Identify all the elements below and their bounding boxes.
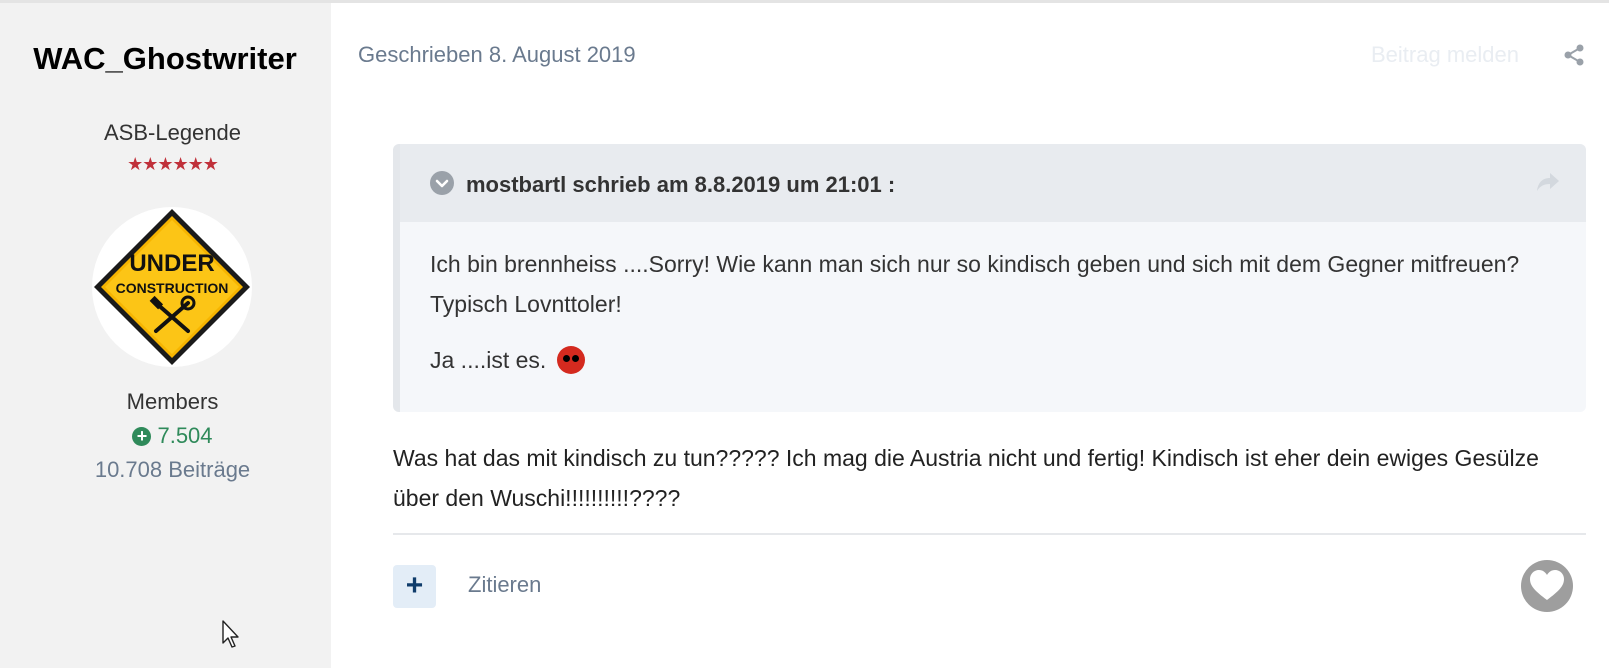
mouse-cursor-icon bbox=[222, 620, 239, 648]
avatar-text-construction: CONSTRUCTION bbox=[116, 280, 229, 296]
avatar-text-under: UNDER bbox=[129, 250, 214, 277]
share-icon[interactable] bbox=[1563, 44, 1585, 66]
author-post-count[interactable]: 10.708 Beiträge bbox=[0, 457, 345, 483]
avatar[interactable]: UNDER CONSTRUCTION bbox=[92, 207, 252, 367]
reply-arrow-icon[interactable] bbox=[1536, 171, 1560, 193]
chevron-down-icon[interactable] bbox=[430, 171, 454, 195]
author-group: Members bbox=[126, 389, 219, 414]
angry-face-emoji bbox=[556, 346, 585, 374]
author-sidebar: WAC_Ghostwriter ASB-Legende ★★★★★★ UNDER… bbox=[0, 3, 331, 668]
author-rank-title: ASB-Legende bbox=[104, 120, 241, 145]
quote-paragraph-2-text: Ja ....ist es. bbox=[430, 347, 547, 373]
author-username[interactable]: WAC_Ghostwriter bbox=[28, 41, 302, 77]
quote-block: mostbartl schrieb am 8.8.2019 um 21:01 :… bbox=[393, 144, 1586, 412]
plus-circle-icon: + bbox=[132, 427, 152, 446]
under-construction-avatar-image: UNDER CONSTRUCTION bbox=[94, 209, 250, 365]
like-button[interactable] bbox=[1521, 560, 1573, 612]
divider bbox=[393, 533, 1586, 535]
quote-paragraph-2: Ja ....ist es. bbox=[430, 346, 585, 374]
quote-header: mostbartl schrieb am 8.8.2019 um 21:01 : bbox=[400, 144, 1586, 222]
author-rank-stars: ★★★★★★ bbox=[127, 154, 219, 174]
quote-author-line: mostbartl schrieb am 8.8.2019 um 21:01 : bbox=[466, 172, 896, 197]
post-date[interactable]: Geschrieben 8. August 2019 bbox=[358, 42, 636, 68]
heart-icon bbox=[1530, 570, 1564, 600]
multiquote-add-button[interactable]: + bbox=[393, 565, 436, 608]
quote-button[interactable]: Zitieren bbox=[468, 572, 541, 598]
quote-paragraph: Ich bin brennheiss ....Sorry! Wie kann m… bbox=[430, 251, 1520, 317]
reputation-value: 7.504 bbox=[157, 423, 213, 448]
post-body: Was hat das mit kindisch zu tun????? Ich… bbox=[393, 445, 1539, 511]
author-reputation[interactable]: +7.504 bbox=[0, 423, 345, 449]
report-post-link[interactable]: Beitrag melden bbox=[1371, 42, 1519, 68]
